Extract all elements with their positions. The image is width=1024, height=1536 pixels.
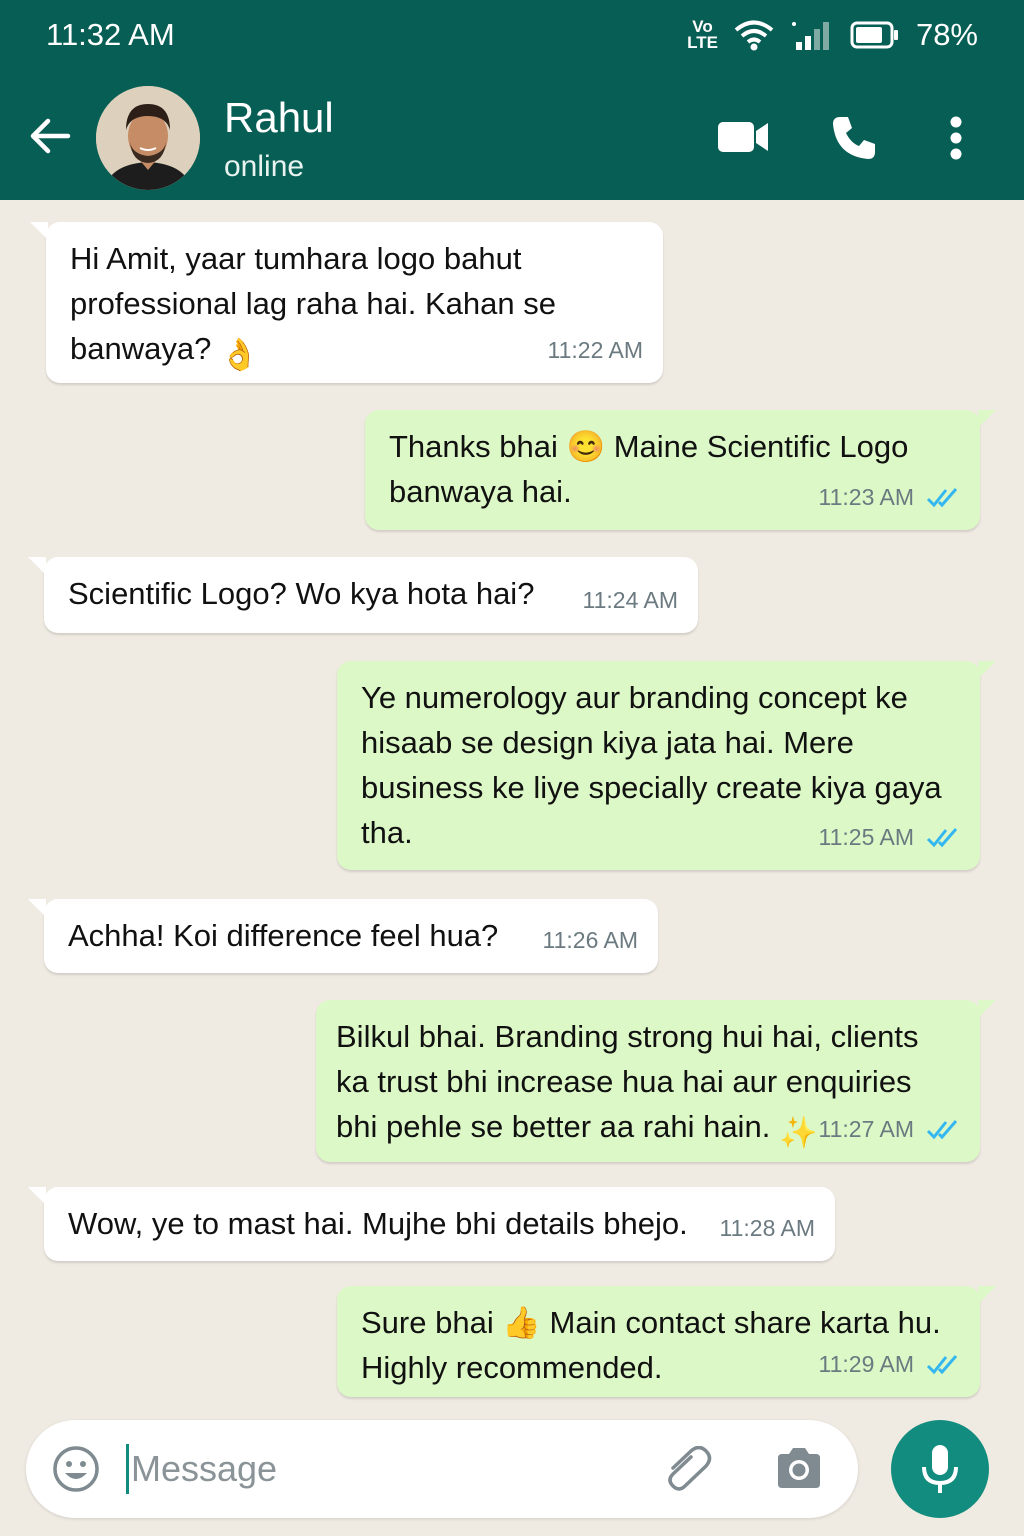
volte-bottom-label: LTE — [687, 33, 718, 52]
message-time: 11:24 AM — [582, 587, 678, 613]
read-ticks-icon — [926, 1354, 958, 1374]
message-incoming[interactable]: Wow, ye to mast hai. Mujhe bhi details b… — [28, 1187, 835, 1261]
message-outgoing[interactable]: Bilkul bhai. Branding strong hui hai, cl… — [316, 1000, 996, 1162]
signal-icon — [791, 22, 829, 50]
message-time: 11:29 AM — [818, 1351, 914, 1377]
message-incoming[interactable]: Achha! Koi difference feel hua? 11:26 AM — [28, 899, 658, 973]
contact-status: online — [224, 150, 305, 183]
wifi-icon — [734, 20, 774, 51]
status-icons: Vo LTE 78% — [687, 17, 978, 53]
read-ticks-icon — [926, 827, 958, 847]
message-time: 11:28 AM — [719, 1215, 815, 1241]
message-time: 11:22 AM — [547, 337, 643, 363]
status-bar: 11:32 AM Vo LTE 78% — [0, 0, 1024, 70]
message-time: 11:23 AM — [818, 484, 914, 510]
emoji-icon[interactable] — [52, 1445, 100, 1493]
volte-icon: Vo LTE — [687, 18, 718, 52]
video-call-icon[interactable] — [716, 118, 770, 156]
message-input[interactable] — [126, 1444, 606, 1494]
message-meta: 11:27 AM — [819, 1107, 960, 1152]
message-meta: 11:23 AM — [819, 475, 960, 520]
chat-header: Rahul online — [0, 70, 1024, 200]
message-outgoing[interactable]: Ye numerology aur branding concept ke hi… — [337, 661, 996, 870]
attach-icon[interactable] — [663, 1446, 713, 1494]
message-outgoing[interactable]: Sure bhai 👍 Main contact share karta hu.… — [337, 1286, 996, 1397]
message-text: Hi Amit, yaar tumhara logo bahut profess… — [70, 241, 556, 366]
message-meta: 11:22 AM — [548, 328, 643, 373]
camera-icon[interactable] — [774, 1446, 824, 1490]
message-meta: 11:28 AM — [720, 1206, 815, 1251]
mic-icon — [922, 1445, 958, 1493]
phone-icon[interactable] — [830, 114, 878, 162]
message-time: 11:27 AM — [818, 1116, 914, 1142]
read-ticks-icon — [926, 487, 958, 507]
message-text: Achha! Koi difference feel hua? — [68, 918, 499, 953]
sparkles-emoji: ✨ — [778, 1115, 818, 1150]
more-vert-icon[interactable] — [944, 114, 968, 162]
message-meta: 11:29 AM — [819, 1342, 960, 1387]
contact-avatar[interactable] — [96, 86, 200, 190]
ok-hand-emoji: 👌 — [219, 337, 259, 372]
status-time: 11:32 AM — [46, 17, 175, 52]
read-ticks-icon — [926, 1119, 958, 1139]
message-text: Scientific Logo? Wo kya hota hai? — [68, 576, 535, 611]
message-meta: 11:25 AM — [819, 815, 960, 860]
message-incoming[interactable]: Hi Amit, yaar tumhara logo bahut profess… — [30, 222, 663, 383]
contact-name[interactable]: Rahul — [224, 94, 334, 142]
message-meta: 11:24 AM — [583, 578, 678, 623]
message-outgoing[interactable]: Thanks bhai 😊 Maine Scientific Logo banw… — [365, 410, 996, 530]
voice-message-button[interactable] — [891, 1420, 989, 1518]
battery-icon — [850, 21, 898, 49]
back-arrow-icon[interactable] — [28, 114, 72, 158]
avatar-image — [96, 86, 200, 190]
message-time: 11:26 AM — [542, 927, 638, 953]
message-time: 11:25 AM — [818, 824, 914, 850]
battery-percent: 78% — [915, 17, 978, 52]
message-composer — [26, 1420, 858, 1518]
message-text: Wow, ye to mast hai. Mujhe bhi details b… — [68, 1206, 688, 1241]
message-meta: 11:26 AM — [543, 918, 638, 963]
message-list[interactable]: Hi Amit, yaar tumhara logo bahut profess… — [0, 200, 1024, 1406]
message-incoming[interactable]: Scientific Logo? Wo kya hota hai? 11:24 … — [28, 557, 698, 633]
